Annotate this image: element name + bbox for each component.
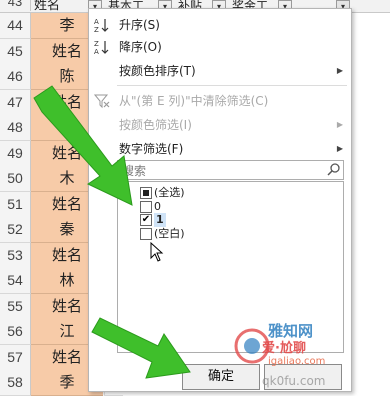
svg-text:Z: Z bbox=[94, 26, 99, 33]
search-input[interactable]: 搜索 bbox=[122, 162, 146, 179]
row-number[interactable]: 51 bbox=[0, 192, 31, 218]
watermark-site: 爱·尬聊 bbox=[262, 341, 306, 356]
svg-text:Z: Z bbox=[94, 40, 99, 48]
watermark-url: igaliao.com bbox=[268, 356, 326, 367]
filter-search-box[interactable]: 搜索 bbox=[117, 160, 344, 180]
sort-descending-icon: ZA bbox=[94, 39, 110, 56]
list-item-label: (空白) bbox=[154, 227, 185, 240]
clear-filter-label: 从"(第 E 列)"中清除筛选(C) bbox=[119, 94, 269, 108]
list-item-label: 0 bbox=[154, 200, 161, 213]
mouse-cursor-icon bbox=[150, 241, 164, 262]
row-number[interactable]: 50 bbox=[0, 166, 31, 192]
row-number[interactable]: 45 bbox=[0, 39, 31, 65]
search-icon bbox=[327, 162, 341, 176]
sort-descending-item[interactable]: ZA 降序(O) bbox=[89, 35, 351, 59]
column-header-name: 姓名 bbox=[34, 0, 61, 12]
row-number[interactable]: 56 bbox=[0, 319, 31, 345]
row-number[interactable]: 47 bbox=[0, 90, 31, 116]
sort-descending-label: 降序(O) bbox=[119, 40, 162, 54]
submenu-arrow-icon: ▶ bbox=[336, 144, 343, 153]
filter-by-color-item[interactable]: 按颜色筛选(I) ▶ bbox=[89, 113, 351, 137]
row-number[interactable]: 52 bbox=[0, 217, 31, 243]
sort-ascending-icon: AZ bbox=[94, 17, 110, 34]
value-checkbox[interactable]: ✔ bbox=[140, 214, 152, 226]
row-number[interactable]: 48 bbox=[0, 115, 31, 141]
list-item-label: (全选) bbox=[154, 186, 185, 199]
sort-ascending-label: 升序(S) bbox=[119, 18, 160, 32]
svg-text:A: A bbox=[94, 18, 99, 26]
row-number[interactable]: 43 bbox=[0, 0, 31, 11]
clear-filter-icon bbox=[93, 93, 110, 109]
menu-divider bbox=[117, 85, 347, 86]
watermark-url-secondary: qk0fu.com bbox=[262, 374, 326, 388]
value-checkbox[interactable] bbox=[140, 228, 152, 240]
sort-ascending-item[interactable]: AZ 升序(S) bbox=[89, 13, 351, 37]
clear-filter-item[interactable]: 从"(第 E 列)"中清除筛选(C) bbox=[89, 89, 351, 113]
value-checkbox[interactable] bbox=[140, 201, 152, 213]
row-number[interactable]: 54 bbox=[0, 268, 31, 294]
number-filters-label: 数字筛选(F) bbox=[119, 142, 184, 156]
number-filters-item[interactable]: 数字筛选(F) ▶ bbox=[89, 137, 351, 161]
select-all-checkbox[interactable] bbox=[140, 187, 152, 199]
sort-by-color-item[interactable]: 按颜色排序(T) ▶ bbox=[89, 59, 351, 83]
row-number[interactable]: 53 bbox=[0, 243, 31, 269]
list-item-label: 1 bbox=[154, 213, 166, 227]
filter-by-color-label: 按颜色筛选(I) bbox=[119, 118, 192, 132]
row-number[interactable]: 49 bbox=[0, 141, 31, 167]
row-number[interactable]: 57 bbox=[0, 345, 31, 371]
row-number[interactable]: 44 bbox=[0, 13, 31, 39]
svg-text:A: A bbox=[94, 48, 99, 55]
row-number[interactable]: 58 bbox=[0, 370, 31, 396]
row-number[interactable]: 55 bbox=[0, 294, 31, 320]
sort-by-color-label: 按颜色排序(T) bbox=[119, 64, 196, 78]
row-number[interactable]: 46 bbox=[0, 64, 31, 90]
submenu-arrow-icon: ▶ bbox=[336, 66, 343, 75]
submenu-arrow-icon: ▶ bbox=[336, 120, 343, 129]
